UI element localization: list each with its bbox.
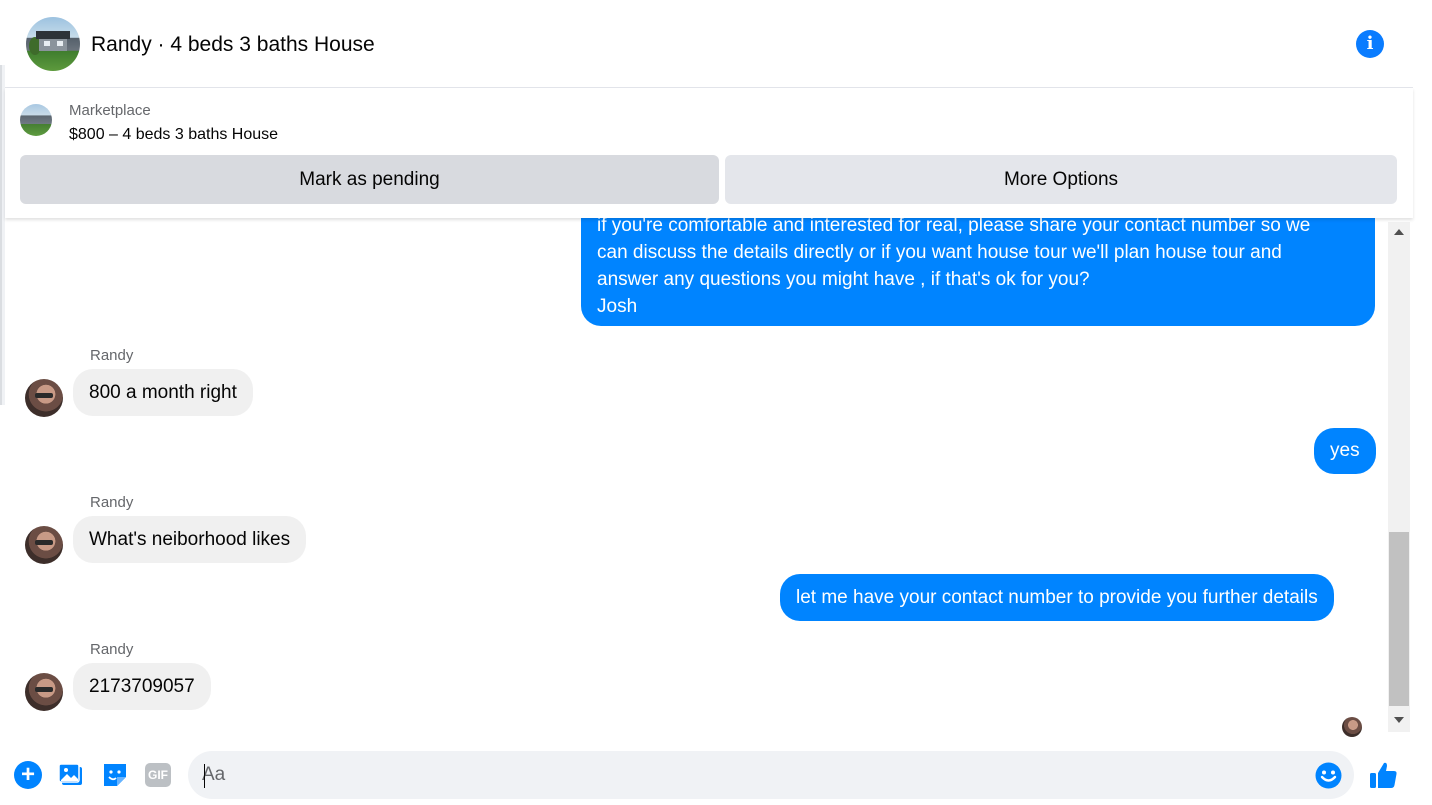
message-composer: + GIF bbox=[0, 740, 1413, 805]
glasses-shape bbox=[35, 393, 53, 398]
scroll-up-arrow[interactable] bbox=[1388, 222, 1410, 242]
listing-thumbnail[interactable] bbox=[20, 104, 52, 136]
sender-avatar[interactable] bbox=[25, 526, 63, 564]
messenger-window: Randy · 4 beds 3 baths House i Marketpla… bbox=[0, 0, 1432, 805]
message-line: if you're comfortable and interested for… bbox=[597, 218, 1311, 236]
text-caret bbox=[204, 764, 205, 788]
scrollbar-thumb[interactable] bbox=[1389, 532, 1409, 706]
incoming-message: 800 a month right bbox=[73, 369, 253, 416]
like-icon[interactable] bbox=[1368, 760, 1398, 790]
window-shape bbox=[57, 41, 63, 46]
seen-indicator-avatar bbox=[1342, 717, 1362, 737]
scroll-down-arrow[interactable] bbox=[1388, 710, 1410, 730]
scroll-up-icon bbox=[1394, 229, 1404, 235]
message-line: can discuss the details directly or if y… bbox=[597, 242, 1282, 263]
right-gutter bbox=[1413, 0, 1432, 805]
message-input-wrapper[interactable] bbox=[188, 751, 1354, 799]
listing-title[interactable]: $800 – 4 beds 3 baths House bbox=[69, 126, 278, 144]
listing-avatar[interactable] bbox=[26, 17, 80, 71]
message-input[interactable] bbox=[202, 751, 1302, 799]
message-line: answer any questions you might have , if… bbox=[597, 269, 1090, 290]
sender-avatar[interactable] bbox=[25, 673, 63, 711]
conversation-header: Randy · 4 beds 3 baths House i bbox=[5, 0, 1413, 88]
scroll-down-icon bbox=[1394, 717, 1404, 723]
left-edge-line bbox=[0, 65, 2, 405]
message-line: Josh bbox=[597, 296, 638, 317]
outgoing-message: if you're comfortable and interested for… bbox=[581, 218, 1375, 326]
outgoing-message: yes bbox=[1314, 428, 1376, 474]
message-list: if you're comfortable and interested for… bbox=[5, 218, 1385, 736]
plus-icon[interactable]: + bbox=[14, 761, 42, 789]
sender-name: Randy bbox=[90, 641, 134, 658]
conversation-title[interactable]: Randy · 4 beds 3 baths House bbox=[91, 33, 375, 57]
info-icon[interactable]: i bbox=[1356, 30, 1384, 58]
gif-icon[interactable]: GIF bbox=[144, 761, 172, 789]
mark-as-pending-button[interactable]: Mark as pending bbox=[20, 155, 719, 204]
sender-name: Randy bbox=[90, 494, 134, 511]
sticker-icon[interactable] bbox=[101, 761, 129, 789]
sender-name: Randy bbox=[90, 347, 134, 364]
incoming-message: 2173709057 bbox=[73, 663, 211, 710]
marketplace-panel: Marketplace $800 – 4 beds 3 baths House … bbox=[5, 88, 1413, 218]
sender-avatar[interactable] bbox=[25, 379, 63, 417]
roof-shape bbox=[36, 31, 70, 39]
gif-label: GIF bbox=[145, 763, 171, 787]
incoming-message: What's neiborhood likes bbox=[73, 516, 307, 563]
glasses-shape bbox=[35, 540, 53, 545]
outgoing-message: let me have your contact number to provi… bbox=[780, 574, 1334, 621]
more-options-button[interactable]: More Options bbox=[725, 155, 1397, 204]
emoji-icon[interactable] bbox=[1315, 762, 1342, 789]
marketplace-label: Marketplace bbox=[69, 102, 151, 119]
glasses-shape bbox=[35, 687, 53, 692]
photo-icon[interactable] bbox=[58, 761, 86, 789]
window-shape bbox=[44, 41, 50, 46]
